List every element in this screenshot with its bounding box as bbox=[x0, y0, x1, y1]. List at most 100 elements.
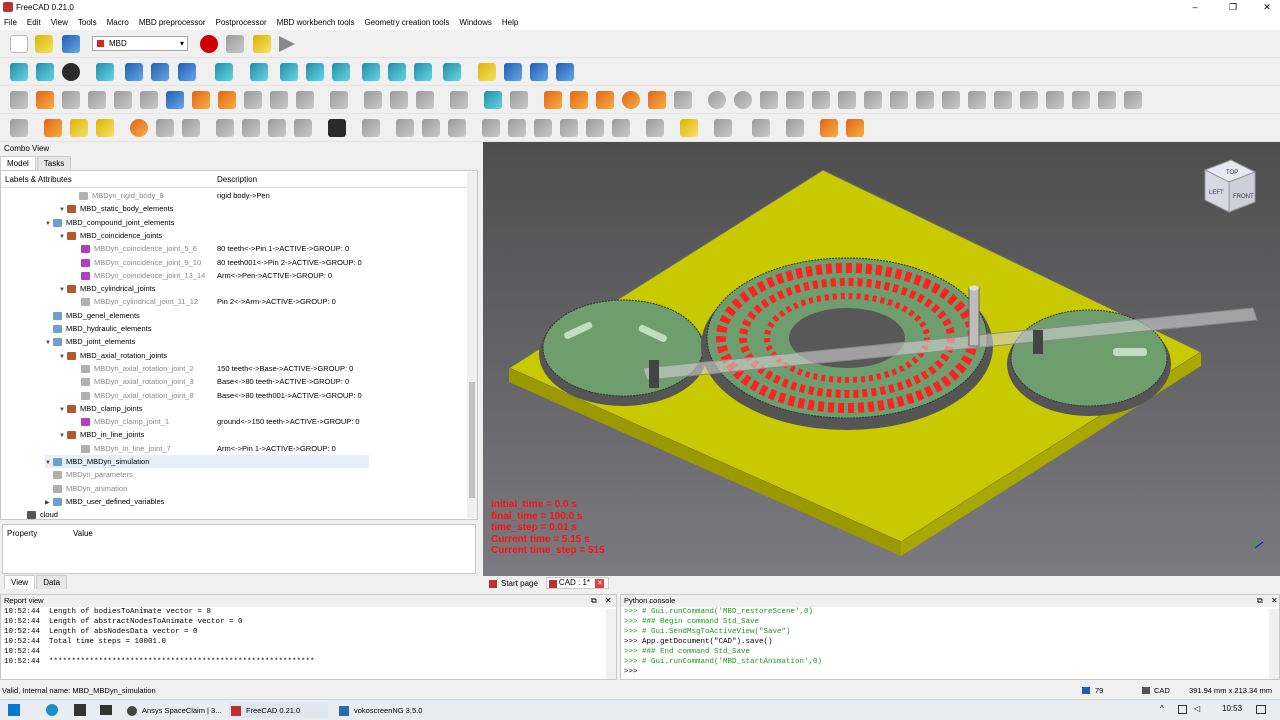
link-icon[interactable] bbox=[530, 63, 548, 81]
fit-all-icon[interactable] bbox=[10, 63, 28, 81]
mbd-tool-icon[interactable] bbox=[560, 119, 578, 137]
tree-item[interactable]: MBDyn_coincidence_joint_13_14 bbox=[73, 269, 205, 282]
tree-item[interactable]: MBDyn_in_line_joint_7 bbox=[73, 442, 171, 455]
top-view-icon[interactable] bbox=[306, 63, 324, 81]
mbd-tool-icon[interactable] bbox=[242, 119, 260, 137]
menu-item[interactable]: Edit bbox=[27, 18, 41, 27]
tree-item[interactable]: MBDyn_rigid_body_8 bbox=[71, 189, 164, 202]
tree-item[interactable]: ▼ MBD_compound_joint_elements bbox=[45, 216, 174, 229]
pin-left[interactable] bbox=[649, 360, 659, 388]
close-button[interactable]: ✕ bbox=[1254, 0, 1280, 14]
menu-item[interactable]: MBD workbench tools bbox=[277, 18, 355, 27]
function-icon[interactable] bbox=[622, 91, 640, 109]
mbd-tool-icon[interactable] bbox=[1098, 91, 1116, 109]
tree-item[interactable]: ▼ MBD_joint_elements bbox=[45, 335, 135, 348]
tab-start-page[interactable]: Start page bbox=[489, 579, 546, 588]
tree-item[interactable]: ▼ MBD_MBDyn_simulation bbox=[45, 455, 369, 468]
column-labels[interactable]: Labels & Attributes bbox=[5, 175, 72, 184]
taskbar-app-freecad[interactable]: FreeCAD 0.21.0 bbox=[228, 703, 328, 718]
isometric-view-icon[interactable] bbox=[250, 63, 268, 81]
checkmark-icon[interactable] bbox=[96, 119, 114, 137]
refresh-icon[interactable] bbox=[752, 119, 770, 137]
edge-icon[interactable] bbox=[46, 704, 58, 716]
close-icon[interactable]: ✕ bbox=[605, 596, 612, 605]
mbd-tool-icon[interactable] bbox=[994, 91, 1012, 109]
right-view-icon[interactable] bbox=[332, 63, 350, 81]
zoom-icon[interactable] bbox=[215, 63, 233, 81]
mbd-tool-icon[interactable] bbox=[140, 91, 158, 109]
redo-icon[interactable] bbox=[714, 119, 732, 137]
function-icon[interactable] bbox=[648, 91, 666, 109]
function-icon[interactable] bbox=[570, 91, 588, 109]
menu-item[interactable]: Macro bbox=[107, 18, 129, 27]
menu-item[interactable]: MBD preprocessor bbox=[139, 18, 206, 27]
sync-view-icon[interactable] bbox=[178, 63, 196, 81]
mbd-tool-icon[interactable] bbox=[192, 91, 210, 109]
mbd-tool-icon[interactable] bbox=[786, 91, 804, 109]
mbd-tool-icon[interactable] bbox=[760, 91, 778, 109]
tree-item[interactable]: MBDyn_coincidence_joint_9_10 bbox=[73, 256, 201, 269]
3d-viewport[interactable]: TOP LEFT FRONT initial_time = 0.0 s fina… bbox=[483, 142, 1280, 576]
mbd-tool-icon[interactable] bbox=[482, 119, 500, 137]
bounding-box-icon[interactable] bbox=[96, 63, 114, 81]
menu-item[interactable]: View bbox=[51, 18, 68, 27]
mbd-tool-icon[interactable] bbox=[812, 91, 830, 109]
part-icon[interactable] bbox=[478, 63, 496, 81]
bottom-view-icon[interactable] bbox=[388, 63, 406, 81]
mbd-tool-icon[interactable] bbox=[586, 119, 604, 137]
restore-scene-icon[interactable] bbox=[846, 119, 864, 137]
pen-pin[interactable] bbox=[968, 285, 980, 347]
menu-item[interactable]: Windows bbox=[459, 18, 491, 27]
mbd-tool-icon[interactable] bbox=[508, 119, 526, 137]
tree-item[interactable]: cloud bbox=[19, 508, 58, 519]
tree-item[interactable]: MBDyn_axial_rotation_joint_3 bbox=[73, 375, 194, 388]
mbd-tool-icon[interactable] bbox=[182, 119, 200, 137]
mbd-tool-icon[interactable] bbox=[44, 119, 62, 137]
draw-style-icon[interactable] bbox=[62, 63, 80, 81]
start-button[interactable] bbox=[8, 704, 20, 716]
tab-cad[interactable]: CAD : 1* ✕ bbox=[545, 577, 610, 589]
mbd-tool-icon[interactable] bbox=[114, 91, 132, 109]
report-scrollbar[interactable] bbox=[606, 609, 616, 679]
expand-arrow-icon[interactable]: ▼ bbox=[59, 351, 67, 364]
mbd-tool-icon[interactable] bbox=[968, 91, 986, 109]
mbd-body-icon[interactable] bbox=[36, 91, 54, 109]
mbd-tool-icon[interactable] bbox=[216, 119, 234, 137]
notifications-icon[interactable] bbox=[1256, 705, 1266, 714]
tree-item[interactable]: MBDyn_animation bbox=[45, 482, 127, 495]
edit-macro-icon[interactable] bbox=[253, 35, 271, 53]
tab-model[interactable]: Model bbox=[0, 156, 36, 170]
tree-item[interactable]: MBDyn_clamp_joint_1 bbox=[73, 415, 169, 428]
mbd-tool-icon[interactable] bbox=[734, 91, 752, 109]
mbd-tool-icon[interactable] bbox=[330, 91, 348, 109]
mbd-tool-icon[interactable] bbox=[1072, 91, 1090, 109]
mbd-tool-icon[interactable] bbox=[328, 119, 346, 137]
mbd-tool-icon[interactable] bbox=[396, 119, 414, 137]
mbd-tool-icon[interactable] bbox=[916, 91, 934, 109]
tree-item[interactable]: ▼ MBD_coincidence_joints bbox=[59, 229, 162, 242]
mbd-tool-icon[interactable] bbox=[362, 119, 380, 137]
expand-arrow-icon[interactable]: ▼ bbox=[59, 284, 67, 297]
mbd-tool-icon[interactable] bbox=[270, 91, 288, 109]
mbd-tool-icon[interactable] bbox=[244, 91, 262, 109]
mbd-tool-icon[interactable] bbox=[268, 119, 286, 137]
mbd-tool-icon[interactable] bbox=[70, 119, 88, 137]
tree-item[interactable]: ▼ MBD_cylindrical_joints bbox=[59, 282, 155, 295]
python-output[interactable]: >>> # Gui.runCommand('MBD_restoreScene',… bbox=[621, 607, 1279, 677]
tray-chevron-icon[interactable]: ^ bbox=[1160, 704, 1164, 713]
network-icon[interactable] bbox=[1178, 705, 1187, 714]
tree-item[interactable]: ▼ MBD_static_body_elements bbox=[59, 202, 173, 215]
expand-arrow-icon[interactable]: ▼ bbox=[59, 430, 67, 443]
mbd-tool-icon[interactable] bbox=[416, 91, 434, 109]
mbd-tool-icon[interactable] bbox=[130, 119, 148, 137]
new-file-icon[interactable] bbox=[10, 35, 28, 53]
pause-animation-icon[interactable] bbox=[820, 119, 838, 137]
expand-arrow-icon[interactable]: ▼ bbox=[45, 218, 53, 231]
mbd-tool-icon[interactable] bbox=[422, 119, 440, 137]
function-icon[interactable] bbox=[674, 91, 692, 109]
stop-macro-icon[interactable] bbox=[226, 35, 244, 53]
menu-item[interactable]: Tools bbox=[78, 18, 97, 27]
mbd-tool-icon[interactable] bbox=[364, 91, 382, 109]
mbd-tool-icon[interactable] bbox=[156, 119, 174, 137]
function-icon[interactable] bbox=[596, 91, 614, 109]
